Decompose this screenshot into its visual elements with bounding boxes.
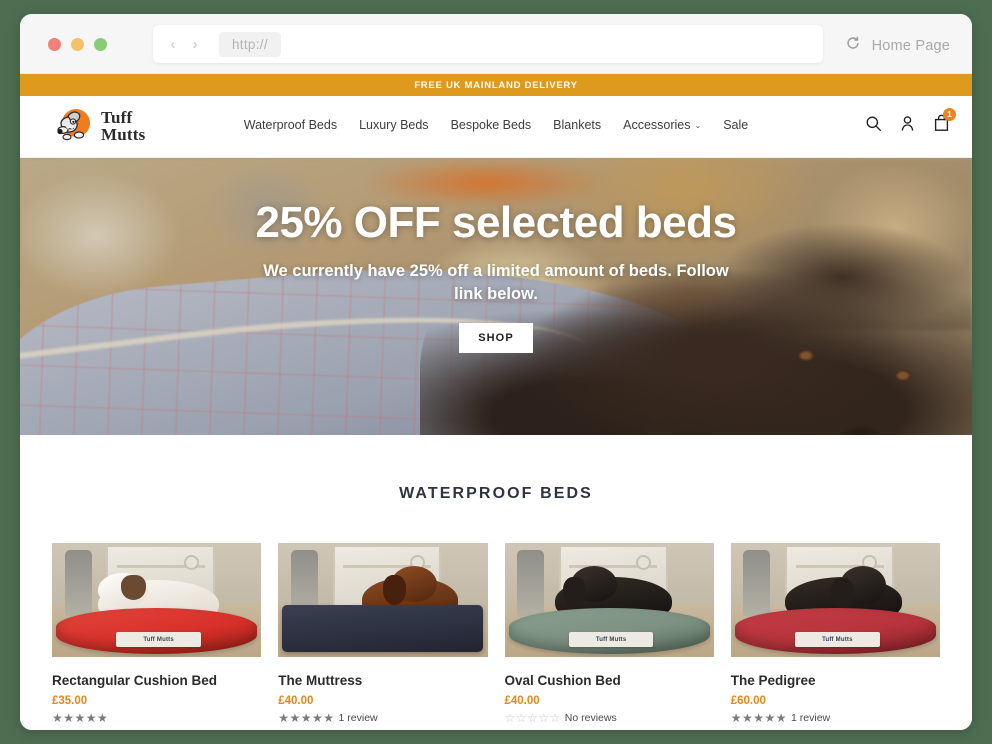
bed-brand-label: Tuff Mutts [795, 632, 880, 648]
dog-ear [563, 577, 587, 607]
nav-label: Accessories [623, 118, 691, 132]
address-bar[interactable]: ‹ › http:// [153, 25, 823, 63]
product-name: The Pedigree [730, 673, 816, 688]
maximize-window-button[interactable] [94, 38, 107, 51]
nav-item-sale[interactable]: Sale [723, 118, 748, 132]
star-rating-icon: ★★★★★ [52, 711, 109, 726]
close-window-button[interactable] [48, 38, 61, 51]
nav-label: Blankets [553, 118, 602, 132]
dog-bed: Tuff Mutts [56, 608, 258, 654]
hero-banner: 25% OFF selected beds We currently have … [20, 158, 972, 435]
product-name: Oval Cushion Bed [504, 673, 621, 688]
cart-count-badge: 1 [943, 108, 956, 121]
star-rating-icon: ★★★★★ [278, 711, 335, 726]
hero-content: 25% OFF selected beds We currently have … [20, 158, 972, 435]
header-icon-group: 1 [865, 108, 956, 137]
nav-label: Luxury Beds [359, 118, 429, 132]
main-navigation: Waterproof Beds Luxury Beds Bespoke Beds… [20, 118, 972, 132]
window-traffic-lights [48, 38, 107, 51]
product-name: Rectangular Cushion Bed [52, 673, 218, 688]
product-rating: ★★★★★ [52, 712, 261, 724]
reload-icon[interactable] [845, 35, 861, 56]
star-rating-icon: ☆☆☆☆☆ [504, 711, 561, 726]
nav-item-accessories[interactable]: Accessories ⌄ [623, 118, 701, 132]
product-name: The Muttress [278, 673, 363, 688]
nav-item-bespoke-beds[interactable]: Bespoke Beds [451, 118, 532, 132]
product-card[interactable]: Tuff Mutts Rectangular Cushion Bed £35.0… [52, 543, 262, 724]
review-count: 1 review [338, 712, 378, 725]
nav-label: Waterproof Beds [243, 118, 338, 132]
hero-subtitle: We currently have 25% off a limited amou… [263, 262, 729, 304]
browser-chrome: ‹ › http:// Home Page [20, 14, 972, 74]
account-icon[interactable] [899, 115, 916, 137]
product-image[interactable] [278, 543, 488, 657]
minimize-window-button[interactable] [71, 38, 84, 51]
kennel-post [517, 549, 545, 616]
product-price: £35.00 [52, 695, 88, 708]
bed-brand-label: Tuff Mutts [568, 632, 654, 648]
mattress-bed [282, 604, 484, 653]
dog-bed: Tuff Mutts [508, 608, 710, 654]
announcement-text: FREE UK MAINLAND DELIVERY [414, 79, 578, 91]
nav-item-waterproof-beds[interactable]: Waterproof Beds [244, 118, 337, 132]
browser-window: ‹ › http:// Home Page FREE UK MAINLAND D… [20, 14, 972, 730]
review-count: 1 review [791, 712, 831, 725]
forward-button[interactable]: › [184, 37, 206, 52]
page-title: Home Page [871, 37, 950, 54]
hero-shop-button[interactable]: SHOP [459, 322, 533, 353]
dog-bed: Tuff Mutts [734, 608, 936, 654]
dog-ear [382, 574, 406, 605]
nav-item-luxury-beds[interactable]: Luxury Beds [359, 118, 428, 132]
product-rating: ★★★★★ 1 review [278, 712, 487, 724]
product-price: £40.00 [504, 695, 540, 708]
hero-title: 25% OFF selected beds [255, 198, 737, 247]
kennel-post [64, 549, 92, 616]
dog-ear [121, 574, 147, 600]
site-viewport: FREE UK MAINLAND DELIVERY Tuff Mutts Wat… [20, 74, 972, 730]
url-input[interactable]: http:// [219, 31, 281, 57]
nav-label: Sale [723, 118, 749, 132]
product-card[interactable]: Tuff Mutts Oval Cushion Bed £40.00 ☆☆☆☆☆… [504, 543, 714, 724]
bed-brand-label: Tuff Mutts [116, 632, 201, 648]
review-count: No reviews [564, 712, 617, 725]
search-icon[interactable] [865, 115, 882, 137]
site-header: Tuff Mutts Waterproof Beds Luxury Beds B… [20, 96, 972, 158]
product-image[interactable]: Tuff Mutts [504, 543, 714, 657]
nav-label: Bespoke Beds [450, 118, 532, 132]
announcement-bar: FREE UK MAINLAND DELIVERY [20, 74, 972, 96]
product-rating: ☆☆☆☆☆ No reviews [505, 712, 714, 724]
chevron-down-icon: ⌄ [694, 120, 702, 130]
product-image[interactable]: Tuff Mutts [52, 543, 262, 657]
star-rating-icon: ★★★★★ [730, 711, 788, 726]
product-price: £60.00 [730, 695, 766, 708]
product-card[interactable]: Tuff Mutts The Pedigree £60.00 ★★★★★ 1 r… [730, 543, 940, 724]
chrome-right-group: Home Page [845, 35, 950, 56]
product-image[interactable]: Tuff Mutts [730, 543, 940, 657]
back-button[interactable]: ‹ [162, 37, 184, 52]
product-price: £40.00 [278, 695, 314, 708]
product-card[interactable]: The Muttress £40.00 ★★★★★ 1 review [278, 543, 488, 724]
collection-section: WATERPROOF BEDS Tuff Mutts Rectangular C… [20, 435, 972, 724]
nav-item-blankets[interactable]: Blankets [553, 118, 601, 132]
product-rating: ★★★★★ 1 review [731, 712, 940, 724]
cart-icon[interactable]: 1 [933, 108, 956, 137]
product-grid: Tuff Mutts Rectangular Cushion Bed £35.0… [52, 543, 940, 724]
kennel-post [743, 549, 771, 616]
collection-title: WATERPROOF BEDS [399, 485, 593, 502]
